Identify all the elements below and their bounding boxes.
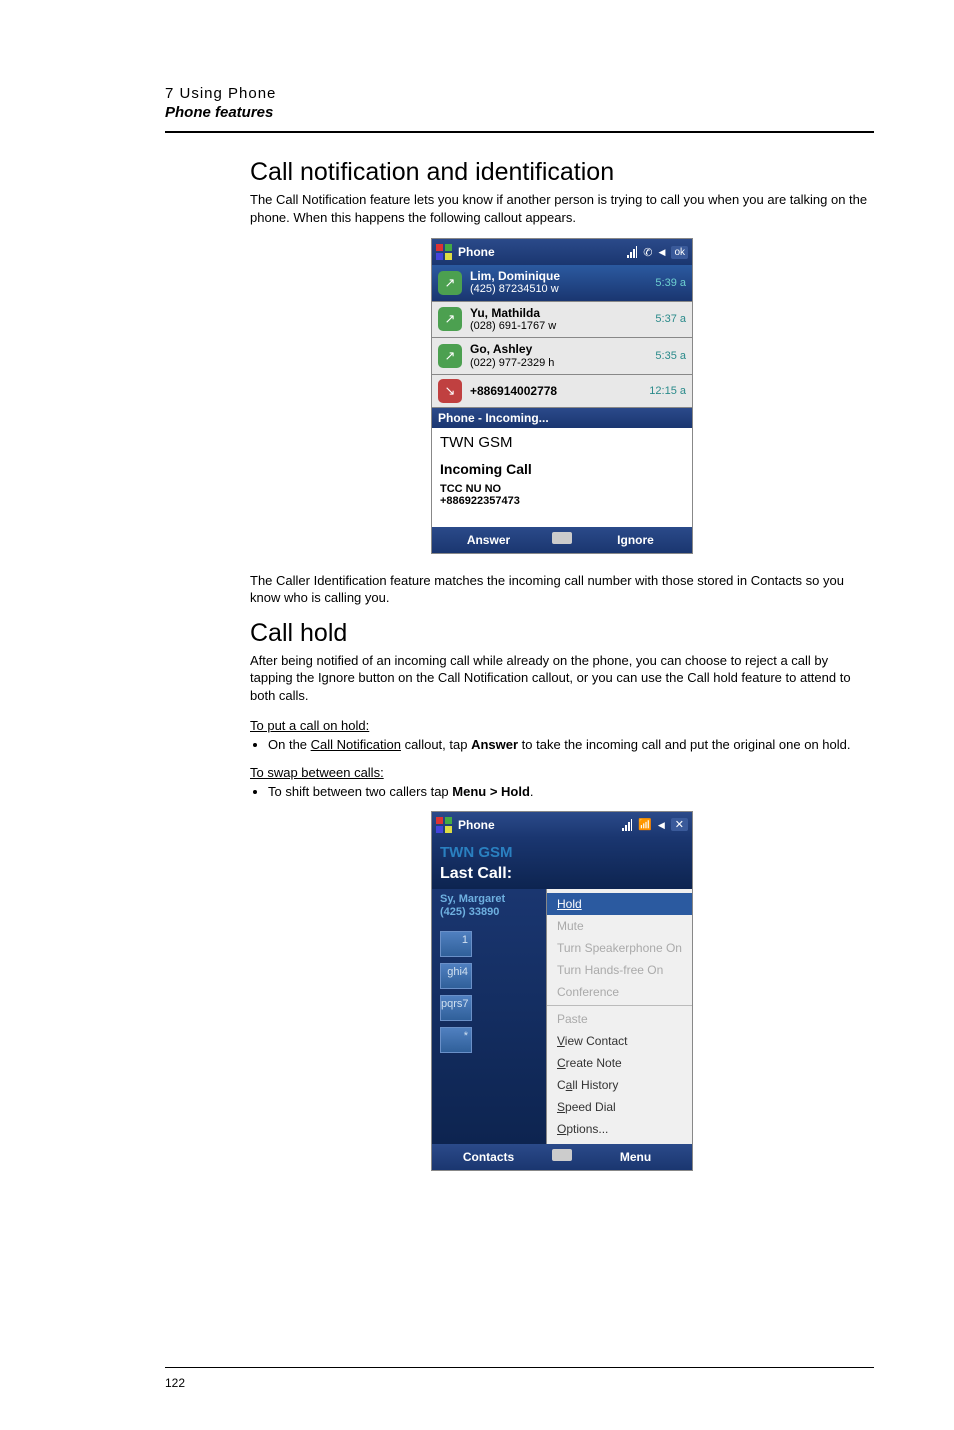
call-log-row[interactable]: ↘ +886914002778 12:15 a <box>432 375 692 408</box>
volume-icon <box>658 819 665 831</box>
keyboard-softkey[interactable] <box>545 1149 579 1164</box>
heading-call-notification: Call notification and identification <box>250 158 874 187</box>
keypad-key-1[interactable]: 1 <box>440 931 472 957</box>
menu-speed-dial[interactable]: Speed Dial <box>547 1096 692 1118</box>
call-time: 5:37 a <box>655 313 686 325</box>
last-call-label: Last Call: <box>440 865 684 883</box>
keyboard-icon <box>552 532 572 544</box>
call-time: 5:35 a <box>655 350 686 362</box>
signal-icon <box>627 246 637 258</box>
header-rule <box>165 131 874 133</box>
caller-number: (028) 691-1767 w <box>470 320 647 333</box>
menu-view-contact[interactable]: View Contact <box>547 1030 692 1052</box>
screenshot-call-notification: Phone ✆ ok ↗ Lim, Dominique (425) 872345… <box>431 238 693 554</box>
paragraph: After being notified of an incoming call… <box>250 652 874 705</box>
menu-conference: Conference <box>547 981 692 1003</box>
start-icon[interactable] <box>436 817 452 833</box>
last-call-name: Sy, Margaret <box>440 893 540 906</box>
caller-name: +886914002778 <box>470 384 641 398</box>
menu-speakerphone: Turn Speakerphone On <box>547 937 692 959</box>
menu-hold[interactable]: Hold <box>547 893 692 915</box>
list-item: To shift between two callers tap Menu > … <box>268 783 874 801</box>
keypad-key-7[interactable]: pqrs7 <box>440 995 472 1021</box>
titlebar: Phone ✆ ok <box>432 239 692 265</box>
keypad-key-star[interactable]: * <box>440 1027 472 1053</box>
paragraph: The Caller Identification feature matche… <box>250 572 874 607</box>
caller-number: (022) 977-2329 h <box>470 357 647 370</box>
menu-create-note[interactable]: Create Note <box>547 1052 692 1074</box>
titlebar-title: Phone <box>458 818 622 832</box>
ok-button[interactable]: ok <box>671 246 688 259</box>
carrier-label: TWN GSM <box>440 844 684 861</box>
caller-id-name: TCC NU NO <box>440 483 684 495</box>
menu-options[interactable]: Options... <box>547 1118 692 1140</box>
notification-header: Phone - Incoming... <box>432 408 692 428</box>
call-log-row[interactable]: ↗ Lim, Dominique (425) 87234510 w 5:39 a <box>432 265 692 302</box>
antenna-icon: 📶 <box>638 818 652 831</box>
screenshot-call-hold-menu: Phone 📶 ✕ TWN GSM Last Call: Sy, Margare… <box>431 811 693 1171</box>
caller-id-number: +886922357473 <box>440 495 684 507</box>
titlebar: Phone 📶 ✕ <box>432 812 692 838</box>
start-icon[interactable] <box>436 244 452 260</box>
subheading-swap-calls: To swap between calls: <box>250 764 874 782</box>
keypad-key-4[interactable]: ghi4 <box>440 963 472 989</box>
outgoing-call-icon: ↗ <box>438 307 462 331</box>
signal-icon <box>622 819 632 831</box>
connection-icon: ✆ <box>643 246 652 259</box>
page-number: 122 <box>165 1376 185 1390</box>
call-log-row[interactable]: ↗ Go, Ashley (022) 977-2329 h 5:35 a <box>432 338 692 375</box>
keyboard-softkey[interactable] <box>545 532 579 547</box>
footer-rule <box>165 1367 874 1368</box>
menu-mute: Mute <box>547 915 692 937</box>
last-call-number: (425) 33890 <box>440 906 540 919</box>
missed-call-icon: ↘ <box>438 379 462 403</box>
heading-call-hold: Call hold <box>250 619 874 648</box>
volume-icon <box>659 246 666 258</box>
keyboard-icon <box>552 1149 572 1161</box>
ignore-softkey[interactable]: Ignore <box>579 533 692 547</box>
menu-softkey[interactable]: Menu <box>579 1150 692 1164</box>
link-call-notification: Call Notification <box>311 737 401 752</box>
caller-number: (425) 87234510 w <box>470 283 647 296</box>
list-item: On the Call Notification callout, tap An… <box>268 736 874 754</box>
paragraph: The Call Notification feature lets you k… <box>250 191 874 226</box>
call-time: 5:39 a <box>655 277 686 289</box>
notification-body: TWN GSM Incoming Call TCC NU NO +8869223… <box>432 428 692 527</box>
menu-handsfree: Turn Hands-free On <box>547 959 692 981</box>
menu-separator <box>547 1005 692 1006</box>
subheading-put-on-hold: To put a call on hold: <box>250 717 874 735</box>
menu-call-history[interactable]: Call History <box>547 1074 692 1096</box>
menu-panel: Hold Mute Turn Speakerphone On Turn Hand… <box>546 889 692 1144</box>
section-label: Phone features <box>165 104 874 121</box>
close-button[interactable]: ✕ <box>671 818 688 831</box>
caller-name: Yu, Mathilda <box>470 306 647 320</box>
chapter-label: 7 Using Phone <box>165 85 874 102</box>
call-log-row[interactable]: ↗ Yu, Mathilda (028) 691-1767 w 5:37 a <box>432 302 692 339</box>
outgoing-call-icon: ↗ <box>438 344 462 368</box>
caller-name: Go, Ashley <box>470 342 647 356</box>
call-time: 12:15 a <box>649 385 686 397</box>
answer-softkey[interactable]: Answer <box>432 533 545 547</box>
contacts-softkey[interactable]: Contacts <box>432 1150 545 1164</box>
phone-status-area: TWN GSM Last Call: <box>432 838 692 889</box>
menu-paste: Paste <box>547 1008 692 1030</box>
titlebar-title: Phone <box>458 245 627 259</box>
carrier-label: TWN GSM <box>440 434 684 451</box>
outgoing-call-icon: ↗ <box>438 271 462 295</box>
incoming-call-label: Incoming Call <box>440 461 684 477</box>
caller-name: Lim, Dominique <box>470 269 647 283</box>
